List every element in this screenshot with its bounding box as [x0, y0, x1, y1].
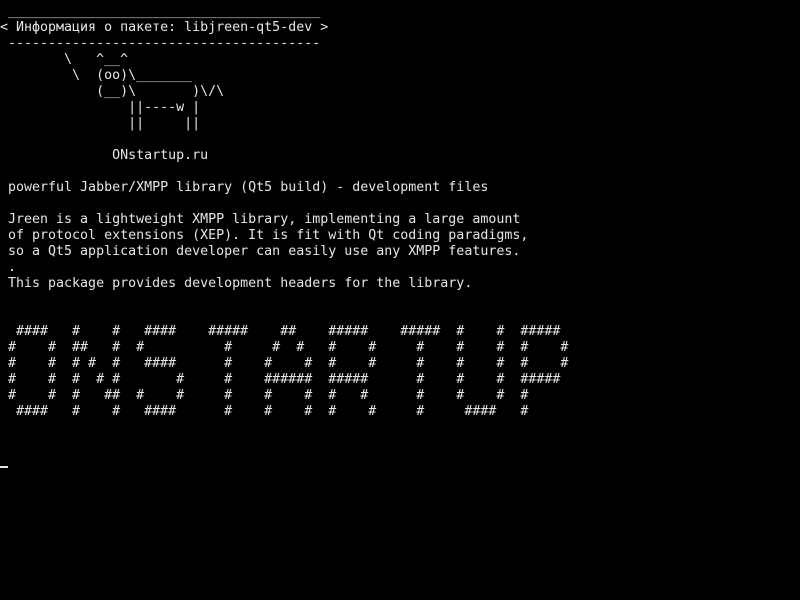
- banner-line: # # # # # # # ###### ##### # # # #####: [0, 372, 561, 387]
- banner-line: #### # # #### # # # # # # #### #: [0, 404, 529, 419]
- speech-bubble-top-border: _______________________________________: [0, 4, 321, 19]
- cow-art-line: || ||: [0, 116, 201, 131]
- banner-line: # # ## # # # # # # # # # # # #: [0, 340, 569, 355]
- terminal-console[interactable]: _______________________________________ …: [0, 0, 800, 600]
- description-line: .: [0, 260, 17, 275]
- site-label: ONstartup.ru: [0, 148, 209, 163]
- speech-bubble-text: < Информация о пакете: libjreen-qt5-dev …: [0, 20, 329, 35]
- package-description: Jreen is a lightweight XMPP library, imp…: [0, 212, 800, 292]
- banner-line: # # # ## # # # # # # # # # # #: [0, 388, 529, 403]
- cow-art-line: \ ^__^: [0, 52, 129, 67]
- banner-line: # # # # # #### # # # # # # # # # #: [0, 356, 569, 371]
- cow-ascii-art: \ ^__^ \ (oo)\_______ (__)\ )\/\ ||----w…: [0, 52, 800, 132]
- description-line: Jreen is a lightweight XMPP library, imp…: [0, 212, 521, 227]
- banner-line: #### # # #### ##### ## ##### ##### # # #…: [0, 324, 561, 339]
- cow-art-line: ||----w |: [0, 100, 201, 115]
- cow-art-line: \ (oo)\_______: [0, 68, 193, 83]
- speech-bubble-bottom-border: ---------------------------------------: [0, 36, 321, 51]
- ascii-banner: #### # # #### ##### ## ##### ##### # # #…: [0, 324, 800, 420]
- prompt-line[interactable]: [0, 452, 800, 468]
- text-cursor: [0, 466, 8, 468]
- description-line: so a Qt5 application developer can easil…: [0, 244, 521, 259]
- package-summary: powerful Jabber/XMPP library (Qt5 build)…: [0, 180, 489, 195]
- description-line: This package provides development header…: [0, 276, 473, 291]
- description-line: of protocol extensions (XEP). It is fit …: [0, 228, 529, 243]
- cow-art-line: (__)\ )\/\: [0, 84, 225, 99]
